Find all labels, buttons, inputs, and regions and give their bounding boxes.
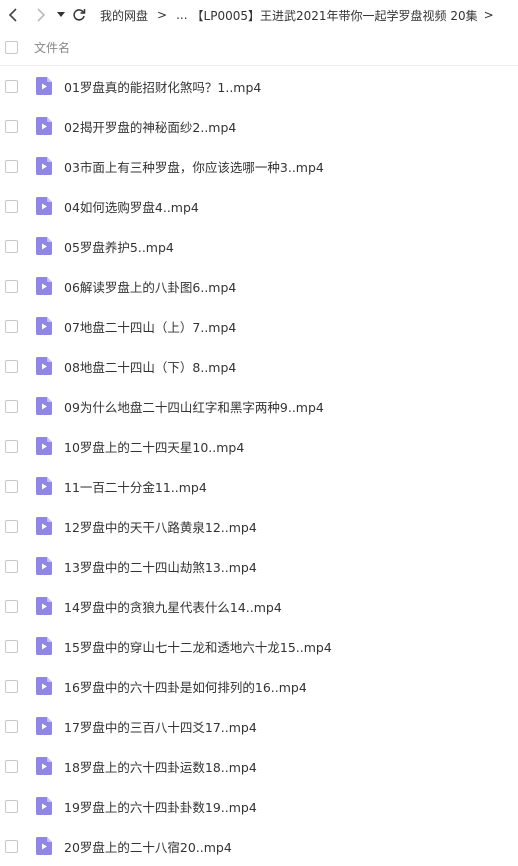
file-checkbox[interactable] xyxy=(5,399,18,413)
file-checkbox[interactable] xyxy=(5,759,18,773)
file-checkbox[interactable] xyxy=(5,359,18,373)
file-checkbox[interactable] xyxy=(5,159,18,173)
file-name: 19罗盘上的六十四卦卦数19..mp4 xyxy=(64,799,257,815)
file-name: 02揭开罗盘的神秘面纱2..mp4 xyxy=(64,119,237,135)
file-row[interactable]: 10罗盘上的二十四天星10..mp4 xyxy=(0,426,518,466)
video-file-icon xyxy=(36,437,52,455)
file-row[interactable]: 06解读罗盘上的八卦图6..mp4 xyxy=(0,266,518,306)
file-name: 04如何选购罗盘4..mp4 xyxy=(64,199,199,215)
video-file-icon xyxy=(36,157,52,175)
chevron-left-icon xyxy=(8,8,17,22)
video-file-icon xyxy=(36,317,52,335)
file-row[interactable]: 14罗盘中的贪狼九星代表什么14..mp4 xyxy=(0,586,518,626)
video-file-icon xyxy=(36,637,52,655)
file-list-header: 文件名 xyxy=(0,30,518,66)
file-name: 20罗盘上的二十八宿20..mp4 xyxy=(64,839,232,855)
file-list: 01罗盘真的能招财化煞吗？1..mp4 02揭开罗盘的神秘面纱2..mp4 03市面… xyxy=(0,66,518,866)
file-checkbox[interactable] xyxy=(5,519,18,533)
video-file-icon xyxy=(36,837,52,855)
file-name: 08地盘二十四山（下）8..mp4 xyxy=(64,359,237,375)
back-button[interactable] xyxy=(4,3,22,27)
video-file-icon xyxy=(36,517,52,535)
file-row[interactable]: 13罗盘中的二十四山劫煞13..mp4 xyxy=(0,546,518,586)
file-name: 12罗盘中的天干八路黄泉12..mp4 xyxy=(64,519,257,535)
file-checkbox[interactable] xyxy=(5,319,18,333)
file-checkbox[interactable] xyxy=(5,239,18,253)
chevron-right-icon xyxy=(37,8,46,22)
video-file-icon xyxy=(36,117,52,135)
video-file-icon xyxy=(36,797,52,815)
file-checkbox[interactable] xyxy=(5,479,18,493)
breadcrumb-current-folder[interactable]: 【LP0005】王进武2021年带你一起学罗盘视频 20集 xyxy=(192,7,478,24)
file-row[interactable]: 04如何选购罗盘4..mp4 xyxy=(0,186,518,226)
file-row[interactable]: 20罗盘上的二十八宿20..mp4 xyxy=(0,826,518,866)
file-checkbox[interactable] xyxy=(5,679,18,693)
breadcrumb-more-icon[interactable]: > xyxy=(484,8,494,22)
video-file-icon xyxy=(36,757,52,775)
file-name: 14罗盘中的贪狼九星代表什么14..mp4 xyxy=(64,599,282,615)
file-checkbox[interactable] xyxy=(5,439,18,453)
video-file-icon xyxy=(36,597,52,615)
file-checkbox[interactable] xyxy=(5,599,18,613)
toolbar: 我的网盘 > ... 【LP0005】王进武2021年带你一起学罗盘视频 20集… xyxy=(0,0,518,30)
file-checkbox[interactable] xyxy=(5,279,18,293)
caret-down-icon xyxy=(57,12,65,17)
video-file-icon xyxy=(36,237,52,255)
file-row[interactable]: 17罗盘中的三百八十四爻17..mp4 xyxy=(0,706,518,746)
file-row[interactable]: 01罗盘真的能招财化煞吗？1..mp4 xyxy=(0,66,518,106)
file-row[interactable]: 03市面上有三种罗盘，你应该选哪一种3..mp4 xyxy=(0,146,518,186)
file-name: 11一百二十分金11..mp4 xyxy=(64,479,207,495)
breadcrumb-ellipsis[interactable]: ... xyxy=(176,8,187,22)
file-name: 03市面上有三种罗盘，你应该选哪一种3..mp4 xyxy=(64,159,324,175)
file-checkbox[interactable] xyxy=(5,839,18,853)
file-row[interactable]: 16罗盘中的六十四卦是如何排列的16..mp4 xyxy=(0,666,518,706)
column-header-filename[interactable]: 文件名 xyxy=(34,39,70,56)
file-name: 13罗盘中的二十四山劫煞13..mp4 xyxy=(64,559,257,575)
file-row[interactable]: 18罗盘上的六十四卦运数18..mp4 xyxy=(0,746,518,786)
video-file-icon xyxy=(36,77,52,95)
file-name: 18罗盘上的六十四卦运数18..mp4 xyxy=(64,759,257,775)
file-row[interactable]: 15罗盘中的穿山七十二龙和透地六十龙15..mp4 xyxy=(0,626,518,666)
file-checkbox[interactable] xyxy=(5,119,18,133)
refresh-button[interactable] xyxy=(70,3,88,27)
file-row[interactable]: 08地盘二十四山（下）8..mp4 xyxy=(0,346,518,386)
file-checkbox[interactable] xyxy=(5,199,18,213)
file-checkbox[interactable] xyxy=(5,799,18,813)
file-name: 06解读罗盘上的八卦图6..mp4 xyxy=(64,279,237,295)
video-file-icon xyxy=(36,357,52,375)
video-file-icon xyxy=(36,717,52,735)
video-file-icon xyxy=(36,277,52,295)
file-name: 16罗盘中的六十四卦是如何排列的16..mp4 xyxy=(64,679,307,695)
file-name: 17罗盘中的三百八十四爻17..mp4 xyxy=(64,719,257,735)
file-name: 10罗盘上的二十四天星10..mp4 xyxy=(64,439,245,455)
file-checkbox[interactable] xyxy=(5,719,18,733)
file-row[interactable]: 11一百二十分金11..mp4 xyxy=(0,466,518,506)
file-name: 01罗盘真的能招财化煞吗？1..mp4 xyxy=(64,79,262,95)
file-row[interactable]: 19罗盘上的六十四卦卦数19..mp4 xyxy=(0,786,518,826)
file-name: 15罗盘中的穿山七十二龙和透地六十龙15..mp4 xyxy=(64,639,332,655)
video-file-icon xyxy=(36,397,52,415)
file-checkbox[interactable] xyxy=(5,559,18,573)
file-name: 07地盘二十四山（上）7..mp4 xyxy=(64,319,237,335)
video-file-icon xyxy=(36,477,52,495)
forward-button[interactable] xyxy=(32,3,50,27)
file-row[interactable]: 05罗盘养护5..mp4 xyxy=(0,226,518,266)
refresh-icon xyxy=(73,9,86,21)
file-name: 05罗盘养护5..mp4 xyxy=(64,239,174,255)
file-checkbox[interactable] xyxy=(5,639,18,653)
video-file-icon xyxy=(36,557,52,575)
breadcrumb-root[interactable]: 我的网盘 xyxy=(100,7,148,24)
breadcrumb-separator: > xyxy=(157,8,168,22)
file-checkbox[interactable] xyxy=(5,79,18,93)
video-file-icon xyxy=(36,677,52,695)
file-name: 09为什么地盘二十四山红字和黑字两种9..mp4 xyxy=(64,399,324,415)
history-dropdown-button[interactable] xyxy=(54,3,68,27)
select-all-checkbox[interactable] xyxy=(5,41,18,54)
file-row[interactable]: 02揭开罗盘的神秘面纱2..mp4 xyxy=(0,106,518,146)
file-row[interactable]: 07地盘二十四山（上）7..mp4 xyxy=(0,306,518,346)
file-row[interactable]: 09为什么地盘二十四山红字和黑字两种9..mp4 xyxy=(0,386,518,426)
breadcrumb: 我的网盘 > ... 【LP0005】王进武2021年带你一起学罗盘视频 20集… xyxy=(100,7,503,24)
file-row[interactable]: 12罗盘中的天干八路黄泉12..mp4 xyxy=(0,506,518,546)
video-file-icon xyxy=(36,197,52,215)
